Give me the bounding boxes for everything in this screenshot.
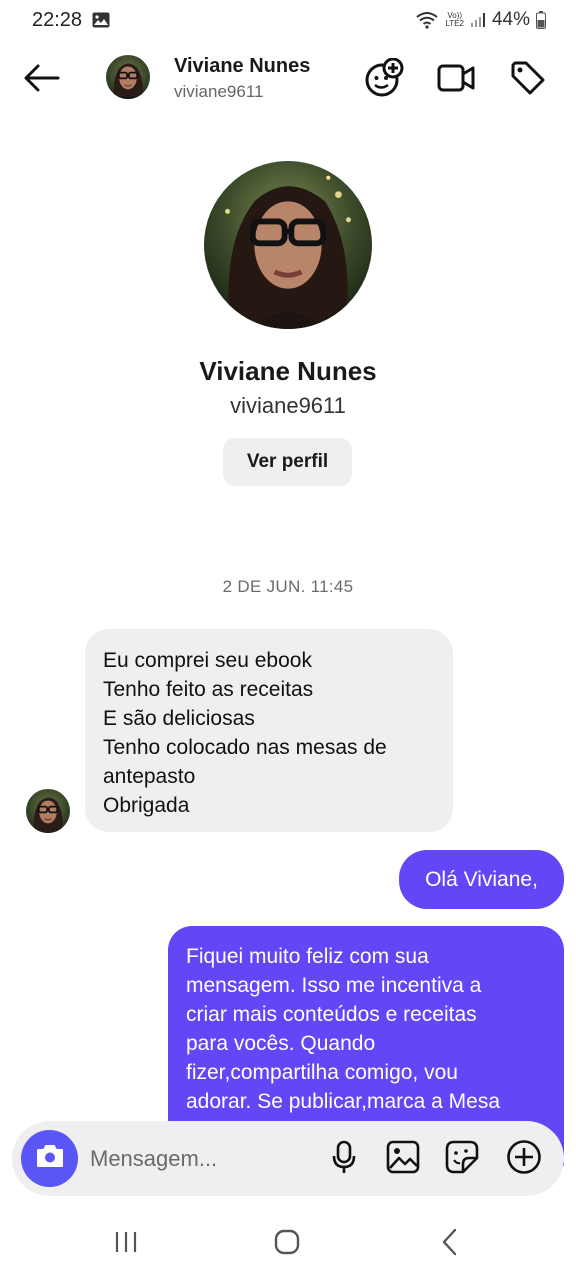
status-bar: 22:28 Vo)) LTE2 44% xyxy=(0,0,576,44)
status-indicators: Vo)) LTE2 44% xyxy=(415,9,546,31)
view-profile-button[interactable]: Ver perfil xyxy=(223,438,352,486)
image-icon xyxy=(386,1140,420,1179)
message-line: adorar. Se publicar,marca a Mesa xyxy=(186,1090,500,1113)
home-icon xyxy=(274,1229,300,1260)
message-line: Eu comprei seu ebook xyxy=(103,649,312,672)
message-line: antepasto xyxy=(103,765,196,788)
recent-apps-icon xyxy=(113,1230,139,1259)
camera-icon xyxy=(35,1143,65,1174)
profile-name: Viviane Nunes xyxy=(199,356,377,386)
camera-button[interactable] xyxy=(21,1130,78,1187)
add-friends-button[interactable] xyxy=(362,57,406,103)
arrow-left-icon xyxy=(24,64,60,97)
gallery-notification-icon xyxy=(92,12,110,28)
message-line: E são deliciosas xyxy=(103,707,255,730)
plus-circle-icon xyxy=(506,1139,542,1180)
sticker-button[interactable] xyxy=(442,1139,482,1179)
more-options-button[interactable] xyxy=(504,1139,544,1179)
sender-avatar[interactable] xyxy=(26,789,70,833)
message-line: criar mais conteúdos e receitas xyxy=(186,1003,477,1026)
home-button[interactable] xyxy=(263,1226,311,1262)
microphone-icon xyxy=(331,1140,357,1179)
message-line: Tenho colocado nas mesas de xyxy=(103,736,387,759)
header-username[interactable]: viviane9611 xyxy=(174,82,263,102)
header-avatar[interactable] xyxy=(106,55,150,99)
chevron-left-icon xyxy=(440,1228,458,1261)
add-friends-icon xyxy=(364,57,404,103)
battery-level: 44% xyxy=(491,9,530,30)
message-line: Tenho feito as receitas xyxy=(103,678,314,701)
video-call-icon xyxy=(436,62,476,99)
signal-icon xyxy=(470,12,486,28)
voice-message-button[interactable] xyxy=(324,1139,364,1179)
message-composer xyxy=(12,1121,564,1196)
header-name[interactable]: Viviane Nunes xyxy=(174,55,310,78)
profile-avatar[interactable] xyxy=(204,161,372,329)
message-line: Fiquei muito feliz com sua xyxy=(186,945,429,968)
chat-header: Viviane Nunes viviane9611 xyxy=(0,44,576,114)
back-button[interactable] xyxy=(20,60,64,100)
message-input[interactable] xyxy=(90,1139,310,1179)
wifi-icon xyxy=(415,11,439,29)
message-line: mensagem. Isso me incentiva a xyxy=(186,974,482,997)
battery-icon xyxy=(536,11,546,29)
incoming-message-bubble[interactable]: Eu comprei seu ebook Tenho feito as rece… xyxy=(85,629,453,832)
system-navigation-bar xyxy=(0,1206,576,1280)
outgoing-message-bubble[interactable]: Olá Viviane, xyxy=(399,850,564,909)
profile-username: viviane9611 xyxy=(230,393,346,418)
video-call-button[interactable] xyxy=(434,58,478,102)
message-line: Obrigada xyxy=(103,794,190,817)
message-line: para vocês. Quando xyxy=(186,1032,376,1055)
system-back-button[interactable] xyxy=(425,1226,473,1262)
gallery-button[interactable] xyxy=(383,1139,423,1179)
message-line: fizer,compartilha comigo, vou xyxy=(186,1061,458,1084)
tag-button[interactable] xyxy=(506,58,550,102)
message-timestamp: 2 DE JUN. 11:45 xyxy=(222,577,354,596)
sticker-icon xyxy=(445,1140,479,1179)
network-type: Vo)) LTE2 xyxy=(445,11,464,28)
tag-icon xyxy=(509,59,547,102)
recent-apps-button[interactable] xyxy=(102,1226,150,1262)
status-time: 22:28 xyxy=(32,9,83,31)
